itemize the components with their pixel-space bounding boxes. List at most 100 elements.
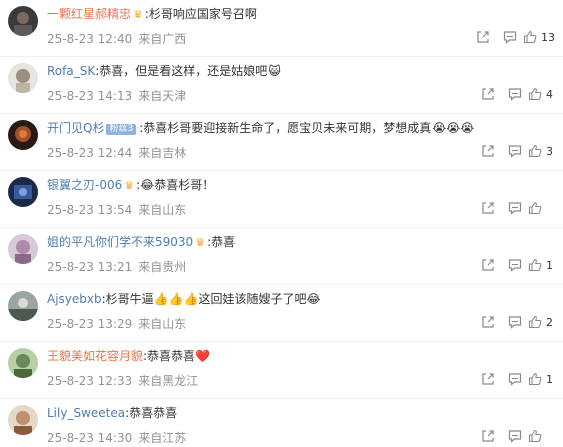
comment-button[interactable] — [501, 255, 528, 275]
comment-item: Ajsyebxb:杉哥牛逼👍👍👍这回娃该随嫂子了吧😂 25-8-23 13:29… — [0, 285, 563, 342]
share-icon — [481, 259, 494, 271]
share-icon — [481, 88, 494, 100]
comment-actions: 1 — [474, 369, 555, 389]
comment-item: 一颗红星郝精忠 ♛:杉哥响应国家号召啊 25-8-23 12:40 来自广西 13 — [0, 0, 563, 57]
like-count: 2 — [546, 315, 553, 329]
like-count: 4 — [546, 87, 553, 101]
like-count: 3 — [546, 144, 553, 158]
share-icon — [481, 430, 494, 442]
comment-button[interactable] — [496, 27, 523, 47]
share-icon — [476, 31, 489, 43]
comment-button[interactable] — [501, 141, 528, 161]
comment-username[interactable]: Lily_Sweetea — [47, 406, 125, 420]
like-button[interactable]: 1 — [528, 255, 555, 275]
comment-actions — [474, 426, 555, 446]
comment-meta: 25-8-23 14:30 来自江苏 — [47, 429, 186, 446]
comment-username[interactable]: Ajsyebxb — [47, 292, 102, 306]
comment-username[interactable]: 姐的平凡你们学不来59030 — [47, 235, 193, 249]
comment-meta: 25-8-23 13:54 来自山东 — [47, 201, 186, 218]
share-button[interactable] — [474, 255, 501, 275]
comment-username[interactable]: 王貌美如花容月貌 — [47, 349, 143, 363]
like-icon — [528, 258, 542, 272]
avatar[interactable] — [8, 63, 38, 93]
comment-item: 开门见Q杉 粉丝3:恭喜杉哥要迎接新生命了，愿宝贝未来可期，梦想成真😭😭😭 25-… — [0, 114, 563, 171]
comment-source: 来自贵州 — [138, 260, 187, 274]
avatar[interactable] — [8, 291, 38, 321]
comment-icon — [508, 259, 521, 272]
share-button[interactable] — [474, 84, 501, 104]
comment-actions: 1 — [474, 255, 555, 275]
share-button[interactable] — [474, 369, 501, 389]
like-count: 1 — [546, 372, 553, 386]
comment-meta: 25-8-23 12:33 来自黑龙江 — [47, 372, 198, 389]
comment-username[interactable]: 银翼之刃-006 — [47, 178, 122, 192]
share-button[interactable] — [469, 27, 496, 47]
comment-source: 来自江苏 — [138, 431, 187, 445]
comment-text: :杉哥牛逼👍👍👍这回娃该随嫂子了吧😂 — [101, 292, 321, 306]
comment-username[interactable]: 开门见Q杉 — [47, 121, 104, 135]
avatar[interactable] — [8, 405, 38, 435]
comment-button[interactable] — [501, 312, 528, 332]
comment-line: Ajsyebxb:杉哥牛逼👍👍👍这回娃该随嫂子了吧😂 — [47, 290, 555, 308]
avatar[interactable] — [8, 234, 38, 264]
comment-line: 姐的平凡你们学不来59030 ♛:恭喜 — [47, 233, 555, 251]
like-icon — [528, 144, 542, 158]
like-button[interactable]: 3 — [528, 141, 555, 161]
like-button[interactable]: 2 — [528, 312, 555, 332]
comment-time: 25-8-23 13:54 — [47, 203, 133, 217]
comment-actions — [474, 198, 555, 218]
share-icon — [481, 202, 494, 214]
like-icon — [528, 372, 542, 386]
comment-line: 王貌美如花容月貌:恭喜恭喜❤️ — [47, 347, 555, 365]
like-icon — [528, 315, 542, 329]
comment-time: 25-8-23 13:21 — [47, 260, 133, 274]
like-button[interactable] — [528, 198, 555, 218]
avatar[interactable] — [8, 348, 38, 378]
comment-button[interactable] — [501, 198, 528, 218]
share-icon — [481, 145, 494, 157]
comment-icon — [508, 88, 521, 101]
comment-meta: 25-8-23 13:21 来自贵州 — [47, 258, 186, 275]
share-button[interactable] — [474, 426, 501, 446]
like-button[interactable]: 13 — [523, 27, 555, 47]
avatar[interactable] — [8, 177, 38, 207]
comment-username[interactable]: Rofa_SK — [47, 64, 95, 78]
comment-source: 来自吉林 — [138, 146, 187, 160]
comment-icon — [503, 31, 516, 44]
comment-actions: 2 — [474, 312, 555, 332]
comment-button[interactable] — [501, 84, 528, 104]
avatar[interactable] — [8, 120, 38, 150]
comment-icon — [508, 430, 521, 443]
like-button[interactable]: 1 — [528, 369, 555, 389]
like-count: 1 — [546, 258, 553, 272]
comment-text: :恭喜杉哥要迎接新生命了，愿宝贝未来可期，梦想成真 — [139, 121, 432, 135]
avatar[interactable] — [8, 6, 38, 36]
share-icon — [481, 373, 494, 385]
comment-button[interactable] — [501, 369, 528, 389]
comment-line: 银翼之刃-006 ♛:😂恭喜杉哥！ — [47, 176, 555, 194]
share-button[interactable] — [474, 312, 501, 332]
comment-text: :恭喜恭喜❤️ — [143, 349, 211, 363]
comment-icon — [508, 373, 521, 386]
comment-line: Rofa_SK:恭喜，但是看这样，还是姑娘吧😺 — [47, 62, 555, 80]
comment-username[interactable]: 一颗红星郝精忠 — [47, 7, 131, 21]
share-button[interactable] — [474, 141, 501, 161]
comment-time: 25-8-23 12:33 — [47, 374, 133, 388]
comment-icon — [508, 145, 521, 158]
like-icon — [528, 87, 542, 101]
share-button[interactable] — [474, 198, 501, 218]
like-icon — [528, 429, 542, 443]
like-icon — [528, 201, 542, 215]
comment-source: 来自山东 — [138, 203, 187, 217]
comment-item: 姐的平凡你们学不来59030 ♛:恭喜 25-8-23 13:21 来自贵州 1 — [0, 228, 563, 285]
comment-text: :😂恭喜杉哥！ — [136, 178, 215, 192]
comment-button[interactable] — [501, 426, 528, 446]
comment-actions: 13 — [469, 27, 555, 47]
comment-time: 25-8-23 14:13 — [47, 89, 133, 103]
like-icon — [523, 30, 537, 44]
comment-text: :杉哥响应国家号召啊 — [144, 7, 257, 21]
comment-emoji: 😭😭😭 — [432, 121, 475, 135]
like-button[interactable] — [528, 426, 555, 446]
like-button[interactable]: 4 — [528, 84, 555, 104]
comment-line: 一颗红星郝精忠 ♛:杉哥响应国家号召啊 — [47, 5, 555, 23]
